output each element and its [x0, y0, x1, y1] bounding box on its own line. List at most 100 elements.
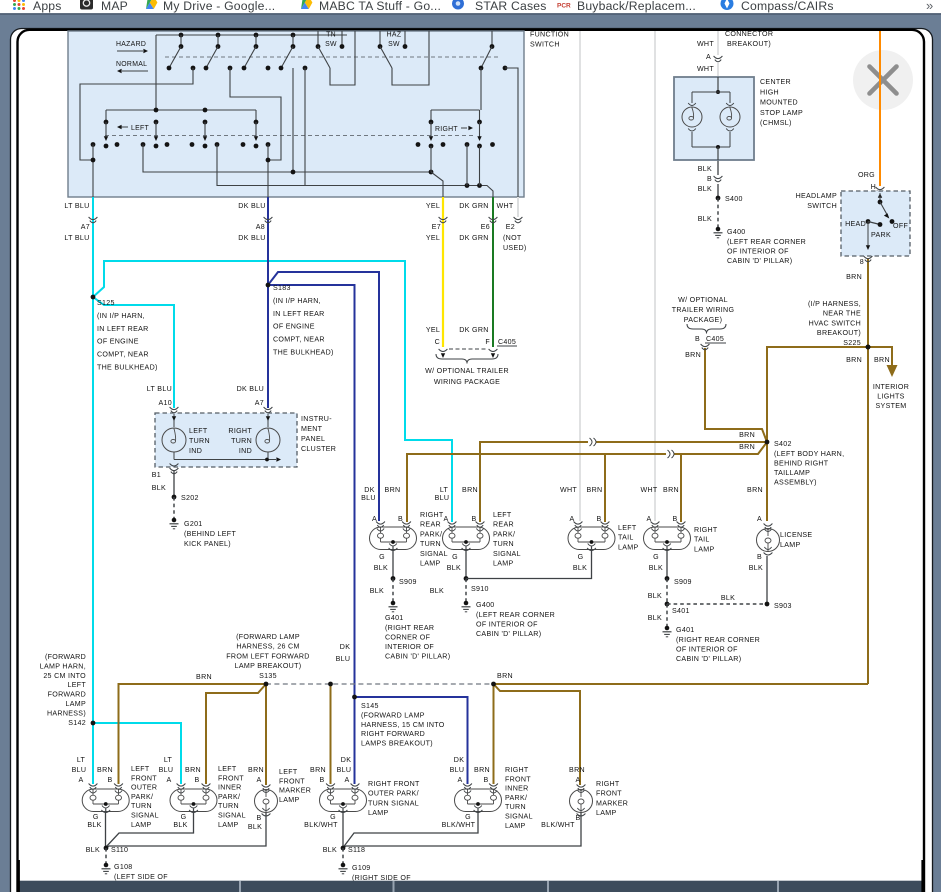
- svg-text:MARKER: MARKER: [279, 787, 311, 795]
- svg-text:B: B: [672, 515, 677, 523]
- svg-text:THE BULKHEAD): THE BULKHEAD): [97, 364, 158, 372]
- svg-text:HEAD: HEAD: [845, 220, 866, 228]
- svg-text:BLK: BLK: [430, 587, 444, 595]
- svg-text:HEADLAMP: HEADLAMP: [796, 192, 837, 200]
- svg-text:Compass/CAIRs: Compass/CAIRs: [741, 0, 834, 13]
- svg-text:MABC TA Stuff - Go...: MABC TA Stuff - Go...: [319, 0, 441, 13]
- svg-text:INTERIOR OF: INTERIOR OF: [385, 643, 434, 651]
- svg-text:LAMP: LAMP: [618, 543, 639, 551]
- svg-text:USED): USED): [503, 244, 527, 252]
- svg-text:BLU: BLU: [337, 766, 352, 774]
- svg-text:S125: S125: [97, 299, 115, 307]
- svg-text:HIGH: HIGH: [760, 88, 779, 96]
- svg-text:DK BLU: DK BLU: [237, 385, 264, 393]
- svg-text:TURN: TURN: [218, 802, 239, 810]
- svg-text:DK GRN: DK GRN: [459, 202, 488, 210]
- svg-text:LAMP: LAMP: [505, 822, 526, 830]
- svg-text:LT: LT: [164, 756, 173, 764]
- svg-text:DK: DK: [364, 486, 374, 494]
- svg-text:INNER: INNER: [505, 785, 529, 793]
- svg-text:S118: S118: [348, 846, 365, 854]
- svg-text:LEFT: LEFT: [618, 524, 637, 532]
- svg-text:S202: S202: [181, 494, 199, 502]
- svg-text:LAMP: LAMP: [780, 541, 801, 549]
- svg-text:E2: E2: [506, 223, 515, 231]
- svg-text:G: G: [93, 813, 99, 821]
- svg-text:BLK: BLK: [447, 564, 461, 572]
- svg-text:G: G: [578, 553, 584, 561]
- svg-text:(LEFT REAR CORNER: (LEFT REAR CORNER: [727, 238, 806, 246]
- svg-text:A7: A7: [81, 223, 90, 231]
- svg-text:LEFT: LEFT: [189, 427, 208, 435]
- svg-text:CABIN 'D' PILLAR): CABIN 'D' PILLAR): [476, 630, 541, 638]
- svg-text:MARKER: MARKER: [596, 799, 628, 807]
- svg-text:LAMPS BREAKOUT): LAMPS BREAKOUT): [361, 740, 433, 748]
- svg-text:A: A: [78, 776, 83, 784]
- svg-text:BLK: BLK: [698, 215, 712, 223]
- svg-text:S903: S903: [774, 602, 792, 610]
- svg-text:SIGNAL: SIGNAL: [131, 812, 159, 820]
- svg-text:G108: G108: [114, 863, 133, 871]
- svg-text:BLK/WHT: BLK/WHT: [304, 821, 338, 829]
- svg-text:TAIL: TAIL: [618, 534, 634, 542]
- svg-text:BRN: BRN: [569, 766, 585, 774]
- svg-text:MOUNTED: MOUNTED: [760, 99, 798, 107]
- svg-text:G401: G401: [676, 626, 695, 634]
- svg-text:BLU: BLU: [361, 494, 376, 502]
- svg-text:LIGHTS: LIGHTS: [877, 393, 904, 401]
- svg-text:TAIL: TAIL: [694, 536, 710, 544]
- svg-text:BRN: BRN: [462, 486, 478, 494]
- svg-text:A: A: [256, 776, 261, 784]
- svg-text:CABIN 'D' PILLAR): CABIN 'D' PILLAR): [385, 653, 450, 661]
- svg-text:RIGHT FORWARD: RIGHT FORWARD: [361, 730, 425, 738]
- svg-text:Buyback/Replacem...: Buyback/Replacem...: [577, 0, 696, 13]
- svg-text:(NOT: (NOT: [503, 234, 522, 242]
- svg-text:TURN: TURN: [131, 802, 152, 810]
- svg-text:G: G: [330, 813, 336, 821]
- svg-text:CLUSTER: CLUSTER: [301, 445, 336, 453]
- svg-text:LAMP: LAMP: [596, 809, 617, 817]
- svg-text:BLK: BLK: [698, 165, 712, 173]
- svg-text:C405: C405: [706, 335, 724, 343]
- svg-text:(LEFT BODY HARN,: (LEFT BODY HARN,: [774, 450, 844, 458]
- svg-text:WHT: WHT: [697, 65, 714, 73]
- svg-text:SWITCH: SWITCH: [530, 41, 560, 49]
- svg-text:SW: SW: [388, 41, 400, 48]
- svg-text:OFF: OFF: [893, 222, 908, 230]
- svg-text:BLK: BLK: [573, 564, 587, 572]
- svg-text:A: A: [166, 776, 171, 784]
- svg-text:B: B: [596, 515, 601, 523]
- svg-text:G: G: [465, 813, 471, 821]
- svg-text:B: B: [194, 776, 199, 784]
- svg-text:HARNESS, 26 CM: HARNESS, 26 CM: [236, 643, 299, 651]
- svg-text:BRN: BRN: [663, 486, 679, 494]
- svg-text:DK BLU: DK BLU: [238, 234, 265, 242]
- svg-text:RIGHT: RIGHT: [420, 511, 444, 519]
- svg-text:BLU: BLU: [450, 766, 465, 774]
- svg-text:YEL: YEL: [426, 326, 440, 334]
- svg-text:S402: S402: [774, 440, 792, 448]
- svg-text:STAR Cases: STAR Cases: [475, 0, 547, 13]
- svg-text:HARNESS): HARNESS): [47, 709, 86, 717]
- svg-text:(FORWARD: (FORWARD: [45, 653, 86, 661]
- svg-text:CONNECTOR: CONNECTOR: [725, 30, 773, 38]
- svg-text:YEL: YEL: [426, 202, 440, 210]
- svg-text:IN LEFT REAR: IN LEFT REAR: [273, 310, 325, 318]
- svg-text:B: B: [398, 515, 403, 523]
- svg-text:A: A: [706, 53, 711, 61]
- svg-text:INSTRU-: INSTRU-: [301, 415, 332, 423]
- svg-text:(LEFT REAR CORNER: (LEFT REAR CORNER: [476, 611, 555, 619]
- svg-text:PARK: PARK: [871, 231, 891, 239]
- svg-text:LAMP: LAMP: [420, 560, 441, 568]
- svg-text:TURN: TURN: [420, 540, 441, 548]
- svg-text:TURN: TURN: [189, 437, 210, 445]
- svg-text:LT BLU: LT BLU: [64, 202, 89, 210]
- svg-text:(CHMSL): (CHMSL): [760, 119, 792, 127]
- svg-text:LEFT: LEFT: [218, 765, 237, 773]
- svg-text:B: B: [757, 553, 762, 561]
- svg-text:LT BLU: LT BLU: [64, 234, 89, 242]
- svg-text:BLK: BLK: [87, 821, 101, 829]
- svg-text:TURN: TURN: [231, 437, 252, 445]
- svg-text:MAP: MAP: [101, 0, 128, 13]
- svg-text:CENTER: CENTER: [760, 78, 791, 86]
